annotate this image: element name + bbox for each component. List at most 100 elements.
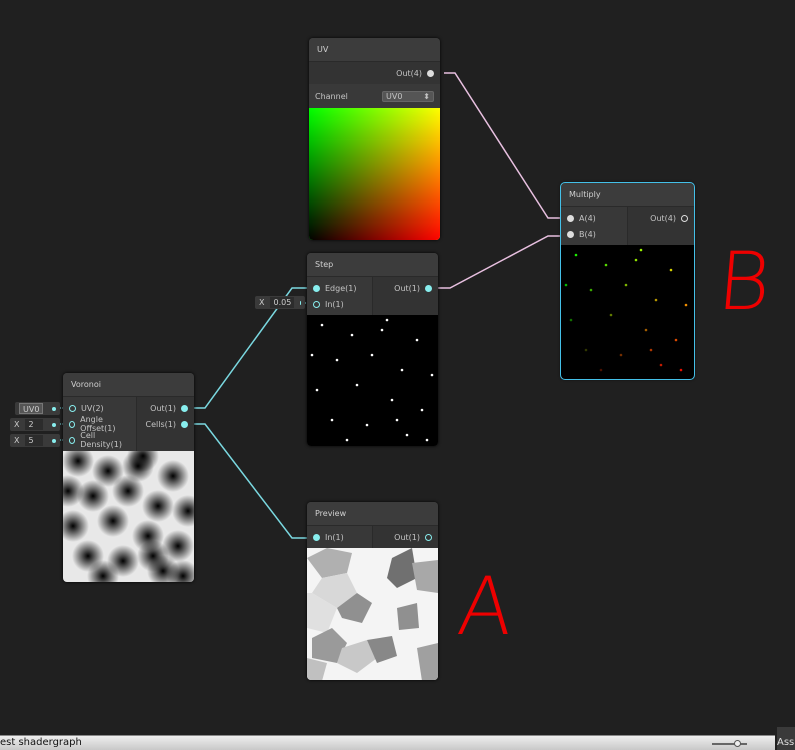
step-in-value-field[interactable]: X 0.05 xyxy=(255,296,305,309)
multiply-dot xyxy=(679,368,683,372)
multiply-node[interactable]: Multiply A(4) B(4) Out(4) xyxy=(560,182,695,380)
value: 5 xyxy=(25,435,44,446)
wire-step-to-multiply-b xyxy=(433,235,566,289)
in-port-edge[interactable] xyxy=(313,284,320,292)
step-dot xyxy=(400,368,404,372)
multiply-dot xyxy=(564,283,568,287)
zoom-slider[interactable] xyxy=(712,740,747,747)
voronoi-preview xyxy=(63,451,194,582)
multiply-dot xyxy=(639,248,643,252)
out-port[interactable] xyxy=(427,69,434,77)
node-title: Voronoi xyxy=(63,373,194,397)
bottom-bar: est shadergraph xyxy=(0,735,775,750)
multiply-dot xyxy=(584,348,588,352)
multiply-dot xyxy=(619,353,623,357)
voronoi-cell xyxy=(172,495,194,527)
assets-tab[interactable]: Ass xyxy=(777,727,795,750)
in-port-in[interactable] xyxy=(313,300,320,308)
uv-node[interactable]: UV Out(4) Channel UV0 ⬍ xyxy=(309,38,440,240)
multiply-dot xyxy=(654,298,658,302)
step-dot xyxy=(405,433,409,437)
channel-dropdown[interactable]: UV0 ⬍ xyxy=(382,90,434,102)
port-label: Out(1) xyxy=(150,403,176,413)
port-label: UV(2) xyxy=(81,403,104,413)
uv-preview xyxy=(309,108,440,240)
node-title: Multiply xyxy=(561,183,694,207)
node-title: UV xyxy=(309,38,440,62)
multiply-dot xyxy=(684,303,688,307)
file-name: est shadergraph xyxy=(0,737,82,748)
step-dot xyxy=(385,318,389,322)
voronoi-density-field[interactable]: X5 xyxy=(10,434,60,447)
step-dot xyxy=(310,353,314,357)
port-label: B(4) xyxy=(579,229,596,239)
preview-node[interactable]: Preview In(1) Out(1) xyxy=(307,502,438,680)
voronoi-cell xyxy=(142,490,174,522)
channel-label: Channel xyxy=(315,91,348,101)
in-port-density[interactable] xyxy=(69,436,76,444)
wire-voronoi-cells-to-preview xyxy=(190,423,312,539)
out-port[interactable] xyxy=(425,533,432,541)
step-dot xyxy=(390,398,394,402)
voronoi-angle-field[interactable]: X2 xyxy=(10,418,60,431)
out-port-label: Out(4) xyxy=(396,68,422,78)
multiply-dot xyxy=(669,268,673,272)
in-port[interactable] xyxy=(313,533,320,541)
node-title: Step xyxy=(307,253,438,277)
port-label: A(4) xyxy=(579,213,596,223)
port-label: Edge(1) xyxy=(325,283,357,293)
multiply-preview xyxy=(561,245,694,379)
value: 2 xyxy=(25,419,44,430)
wire-uv-to-multiply-a xyxy=(444,72,566,219)
in-port-b[interactable] xyxy=(567,230,574,238)
voronoi-cell xyxy=(137,540,169,572)
multiply-dot xyxy=(569,318,573,322)
multiply-dot xyxy=(609,313,613,317)
value: UV0 xyxy=(19,403,44,414)
voronoi-node[interactable]: Voronoi UV(2) Angle Offset(1) Cell Density… xyxy=(63,373,194,582)
axis-label: X xyxy=(14,420,20,429)
annotation-a: A xyxy=(453,560,517,653)
node-title: Preview xyxy=(307,502,438,526)
cells-port[interactable] xyxy=(181,420,188,428)
preview-output xyxy=(307,548,438,680)
step-preview xyxy=(307,315,438,446)
step-dot xyxy=(395,418,399,422)
multiply-dot xyxy=(659,363,663,367)
step-dot xyxy=(380,328,384,332)
out-port[interactable] xyxy=(425,284,432,292)
step-dot xyxy=(330,418,334,422)
multiply-dot xyxy=(574,253,578,257)
step-dot xyxy=(335,358,339,362)
axis-label: X xyxy=(14,436,20,445)
port-label: In(1) xyxy=(325,532,344,542)
port-label: Cells(1) xyxy=(145,419,176,429)
in-port-a[interactable] xyxy=(567,214,574,222)
port-label: Out(1) xyxy=(394,283,420,293)
step-dot xyxy=(315,388,319,392)
voronoi-cell xyxy=(122,451,154,482)
value: 0.05 xyxy=(270,297,295,308)
port-label: Out(1) xyxy=(394,532,420,542)
in-port-uv[interactable] xyxy=(69,404,76,412)
voronoi-cell xyxy=(63,510,89,542)
annotation-b: B xyxy=(713,235,775,328)
multiply-dot xyxy=(644,328,648,332)
step-dot xyxy=(420,408,424,412)
multiply-dot xyxy=(624,283,628,287)
voronoi-cell xyxy=(97,505,129,537)
out-port[interactable] xyxy=(181,404,188,412)
in-port-angle[interactable] xyxy=(69,420,76,428)
step-node[interactable]: Step Edge(1) In(1) Out(1) xyxy=(307,253,438,446)
axis-label: X xyxy=(259,298,265,307)
step-dot xyxy=(415,338,419,342)
step-dot xyxy=(320,323,324,327)
multiply-dot xyxy=(634,258,638,262)
step-dot xyxy=(355,383,359,387)
voronoi-uv-dropdown[interactable]: UV0 xyxy=(15,402,60,415)
voronoi-cell xyxy=(157,460,189,492)
step-dot xyxy=(370,353,374,357)
port-label: Cell Density(1) xyxy=(80,431,122,449)
step-dot xyxy=(430,373,434,377)
out-port[interactable] xyxy=(681,214,688,222)
